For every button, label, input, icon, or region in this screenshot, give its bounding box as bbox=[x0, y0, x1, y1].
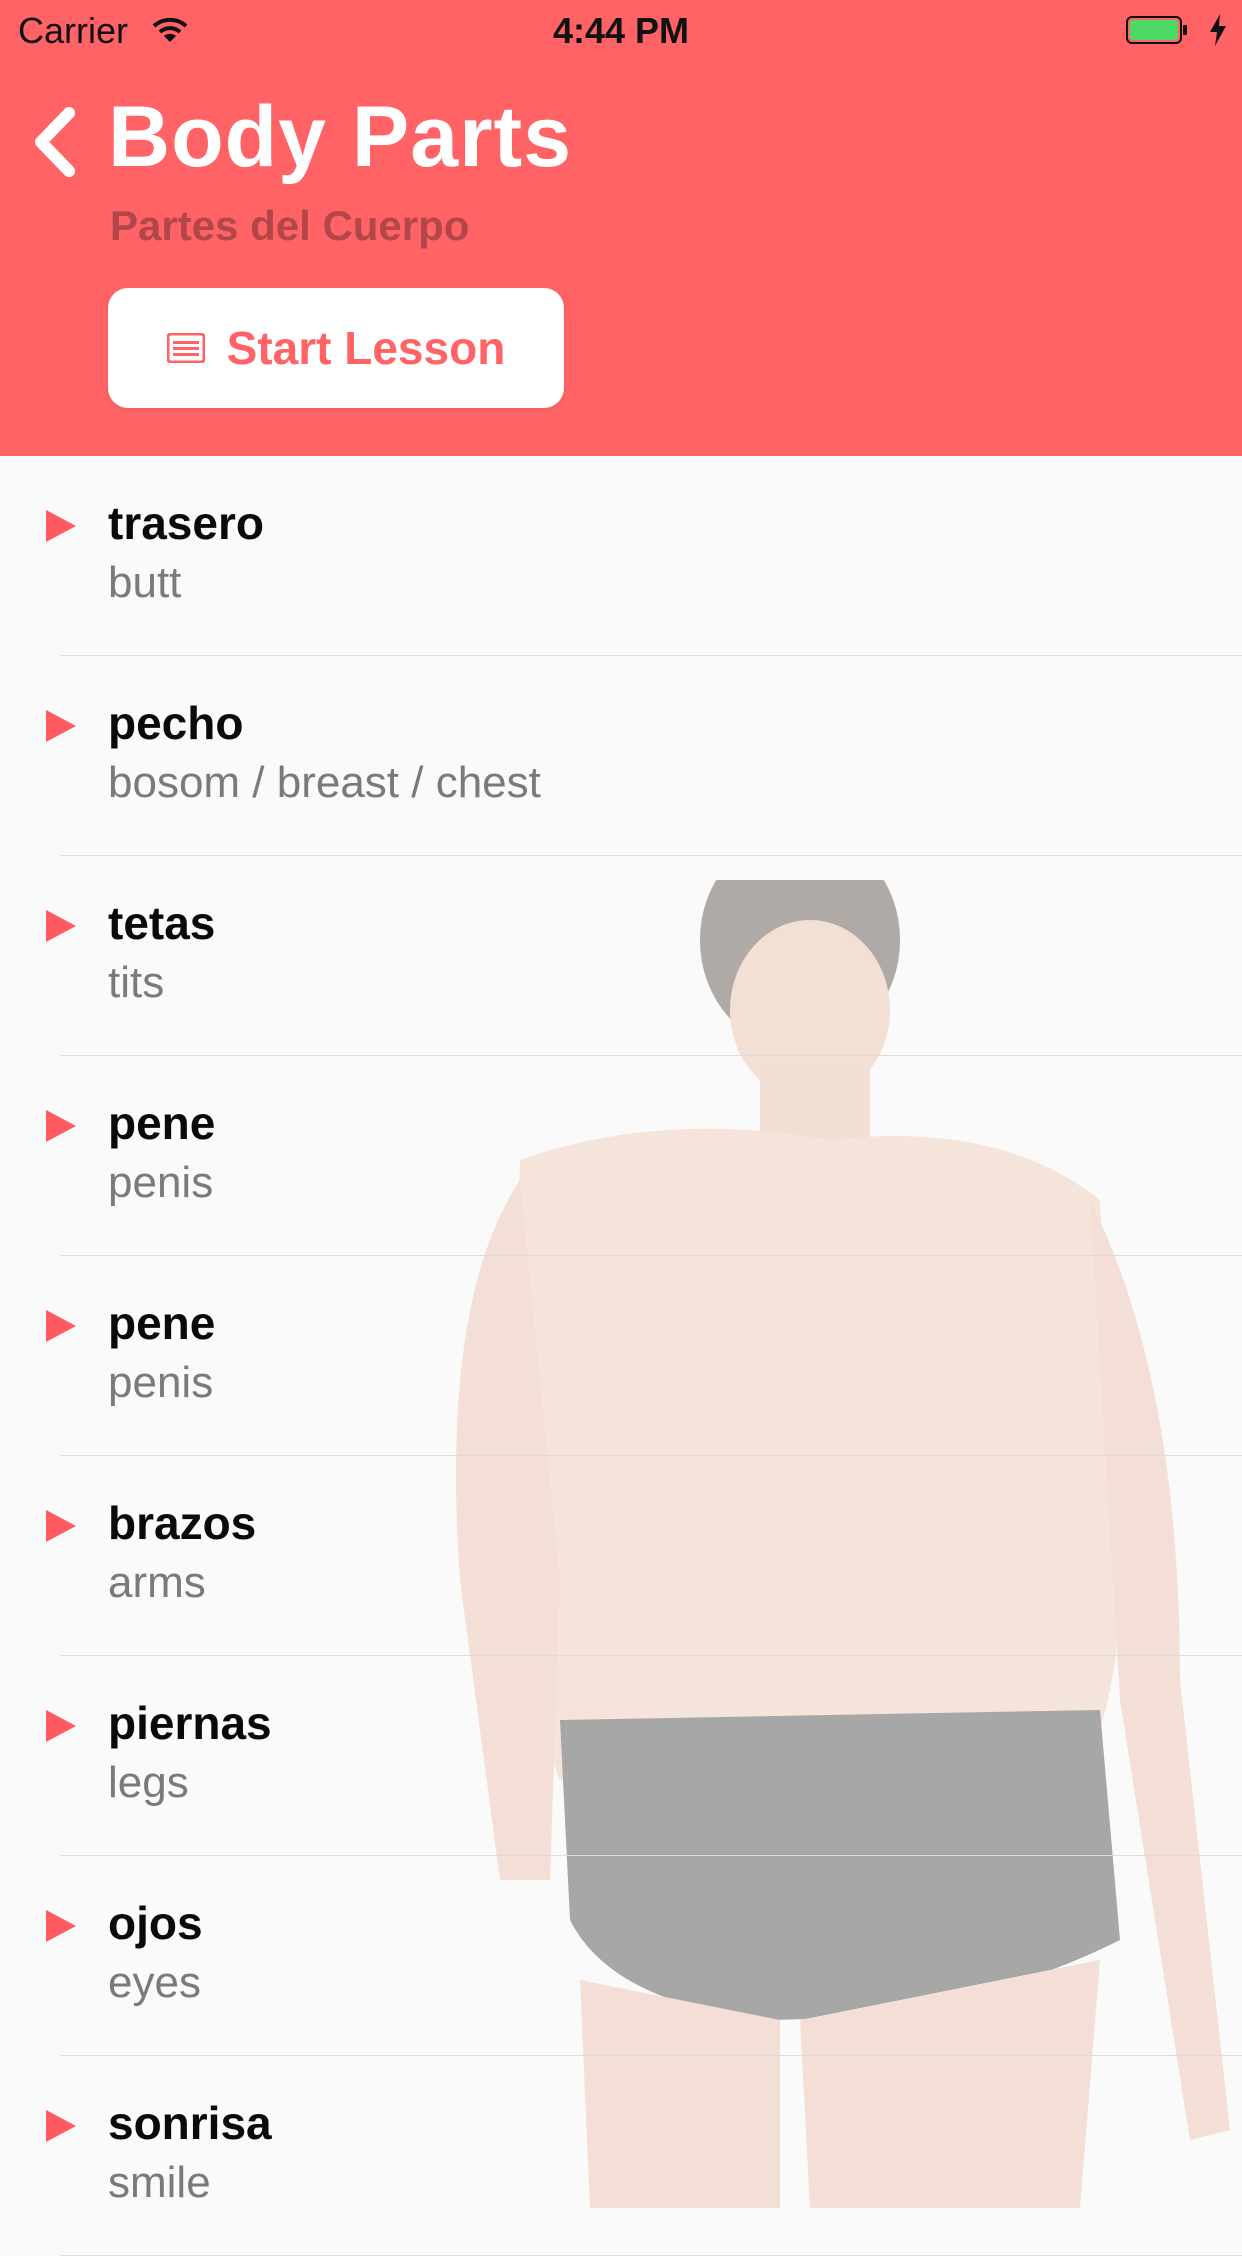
start-lesson-button[interactable]: Start Lesson bbox=[108, 288, 564, 408]
list-item[interactable]: ojos eyes bbox=[0, 1856, 1242, 2056]
english-translation: bosom / breast / chest bbox=[108, 758, 541, 807]
play-icon[interactable] bbox=[46, 1910, 76, 1942]
english-translation: tits bbox=[108, 958, 165, 1007]
list-item[interactable]: pene penis bbox=[0, 1056, 1242, 1256]
charging-icon bbox=[1210, 14, 1226, 46]
english-translation: smile bbox=[108, 2158, 211, 2207]
play-icon[interactable] bbox=[46, 1310, 76, 1342]
spanish-word: ojos bbox=[108, 1897, 203, 1949]
list-item[interactable]: brazos arms bbox=[0, 1456, 1242, 1656]
list-item[interactable]: tetas tits bbox=[0, 856, 1242, 1056]
play-icon[interactable] bbox=[46, 710, 76, 742]
english-translation: penis bbox=[108, 1158, 214, 1207]
english-translation: penis bbox=[108, 1358, 214, 1407]
spanish-word: pecho bbox=[108, 697, 244, 749]
list-item[interactable]: sonrisa smile bbox=[0, 2056, 1242, 2256]
start-lesson-label: Start Lesson bbox=[226, 322, 506, 374]
english-translation: eyes bbox=[108, 1958, 201, 2007]
page-title: Body Parts bbox=[108, 89, 573, 185]
english-translation: legs bbox=[108, 1758, 189, 1807]
list-item[interactable]: trasero butt bbox=[0, 456, 1242, 656]
vocab-list: trasero butt pecho bosom / breast / ches… bbox=[0, 456, 1242, 2256]
english-translation: butt bbox=[108, 558, 182, 607]
spanish-word: pene bbox=[108, 1297, 216, 1349]
status-bar: Carrier 4:44 PM bbox=[0, 0, 1242, 60]
spanish-word: tetas bbox=[108, 897, 216, 949]
spanish-word: pene bbox=[108, 1097, 216, 1149]
list-item[interactable]: piernas legs bbox=[0, 1656, 1242, 1856]
list-item[interactable]: pecho bosom / breast / chest bbox=[0, 656, 1242, 856]
play-icon[interactable] bbox=[46, 1710, 76, 1742]
play-icon[interactable] bbox=[46, 1510, 76, 1542]
spanish-word: piernas bbox=[108, 1697, 272, 1749]
list-item[interactable]: pene penis bbox=[0, 1256, 1242, 1456]
play-icon[interactable] bbox=[46, 510, 76, 542]
play-icon[interactable] bbox=[46, 1110, 76, 1142]
play-icon[interactable] bbox=[46, 910, 76, 942]
spanish-word: brazos bbox=[108, 1497, 257, 1549]
spanish-word: trasero bbox=[108, 497, 264, 549]
play-icon[interactable] bbox=[46, 2110, 76, 2142]
english-translation: arms bbox=[108, 1558, 206, 1607]
chevron-left-icon bbox=[35, 107, 75, 177]
back-button[interactable] bbox=[18, 100, 90, 184]
header: Carrier 4:44 PM Body Parts Partes del Cu… bbox=[0, 0, 1242, 456]
status-time: 4:44 PM bbox=[552, 10, 690, 51]
battery-icon bbox=[1126, 16, 1187, 44]
lesson-list-icon bbox=[166, 333, 205, 363]
page-subtitle: Partes del Cuerpo bbox=[110, 202, 470, 249]
spanish-word: sonrisa bbox=[108, 2097, 272, 2149]
